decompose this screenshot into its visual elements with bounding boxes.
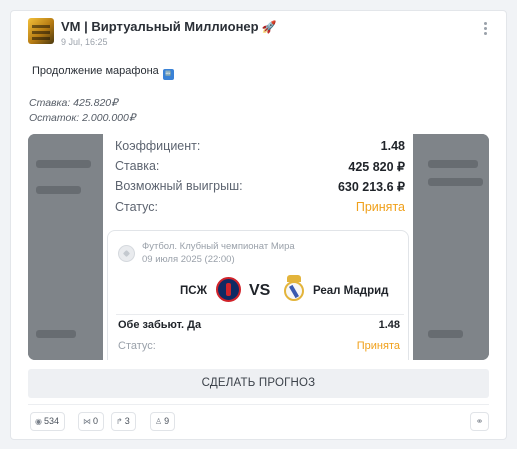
balance-line: Остаток: 2.000.000₽ (29, 112, 136, 124)
intro-text: Продолжение марафона (32, 65, 159, 77)
channel-name: VM | Виртуальный Миллионер (61, 19, 259, 34)
away-team: Реал Мадрид (313, 285, 389, 297)
share-icon: ↱ (116, 417, 123, 426)
home-team: ПСЖ (180, 285, 207, 297)
like-icon: ♙ (155, 417, 163, 426)
likes-count: 9 (164, 416, 170, 426)
comment-icon: ⋈ (83, 417, 91, 426)
channel-avatar[interactable] (28, 18, 54, 44)
match-status-value: Принята (356, 340, 400, 352)
market-row: Обе забьют. Да 1.48 (118, 319, 400, 335)
status-row: Статус: Принята (115, 200, 405, 218)
match-card: Футбол. Клубный чемпионат Мира 09 июля 2… (107, 230, 409, 360)
payout-label: Возможный выигрыш: (115, 179, 243, 193)
new-badge-icon: 🆕 (162, 69, 174, 80)
match-divider (116, 314, 404, 315)
make-forecast-button[interactable]: СДЕЛАТЬ ПРОГНОЗ (28, 369, 489, 398)
shares-chip[interactable]: ↱ 3 (111, 412, 136, 431)
rocket-icon: 🚀 (261, 20, 277, 34)
footer-divider (28, 404, 489, 405)
channel-title[interactable]: VM | Виртуальный Миллионер 🚀 (61, 19, 277, 34)
payout-row: Возможный выигрыш: 630 213.6 ₽ (115, 179, 405, 197)
post-intro: Продолжение марафона 🆕 (32, 65, 174, 80)
psg-logo-icon (216, 277, 241, 302)
comments-count: 0 (93, 416, 99, 426)
comments-chip[interactable]: ⋈ 0 (78, 412, 105, 431)
stake-value: 425 820 ₽ (348, 160, 405, 174)
match-status-label: Статус: (118, 340, 156, 352)
vs-label: VS (249, 282, 271, 299)
market-odds: 1.48 (378, 319, 400, 331)
match-date: 09 июля 2025 (22:00) (142, 254, 235, 265)
market-label: Обе забьют. Да (118, 319, 202, 331)
match-status-row: Статус: Принята (118, 340, 400, 356)
odds-label: Коэффициент: (115, 139, 201, 153)
eye-icon: ◉ (35, 417, 42, 426)
league-name: Футбол. Клубный чемпионат Мира (142, 241, 295, 252)
menu-icon[interactable] (480, 22, 490, 38)
football-icon (118, 245, 135, 262)
shares-count: 3 (124, 416, 130, 426)
payout-value: 630 213.6 ₽ (337, 180, 405, 194)
views-chip[interactable]: ◉ 534 (30, 412, 66, 431)
likes-chip[interactable]: ♙ 9 (150, 412, 176, 431)
status-value: Принята (355, 200, 405, 214)
status-label: Статус: (115, 200, 158, 214)
stake-label: Ставка: (115, 159, 160, 173)
link-icon[interactable]: ⚭ (470, 412, 489, 431)
bet-screenshot[interactable]: Коэффициент: 1.48 Ставка: 425 820 ₽ Возм… (28, 134, 489, 360)
post-date: 9 Jul, 16:25 (61, 37, 108, 47)
stake-row: Ставка: 425 820 ₽ (115, 159, 405, 177)
real-madrid-logo-icon (283, 275, 305, 303)
stake-line: Ставка: 425.820₽ (29, 97, 118, 109)
bet-slip: Коэффициент: 1.48 Ставка: 425 820 ₽ Возм… (103, 134, 413, 360)
post-card: VM | Виртуальный Миллионер 🚀 9 Jul, 16:25… (10, 10, 507, 440)
views-count: 534 (43, 416, 60, 426)
post-header: VM | Виртуальный Миллионер 🚀 9 Jul, 16:25 (28, 18, 488, 48)
odds-value: 1.48 (380, 139, 405, 153)
odds-row: Коэффициент: 1.48 (115, 139, 405, 157)
